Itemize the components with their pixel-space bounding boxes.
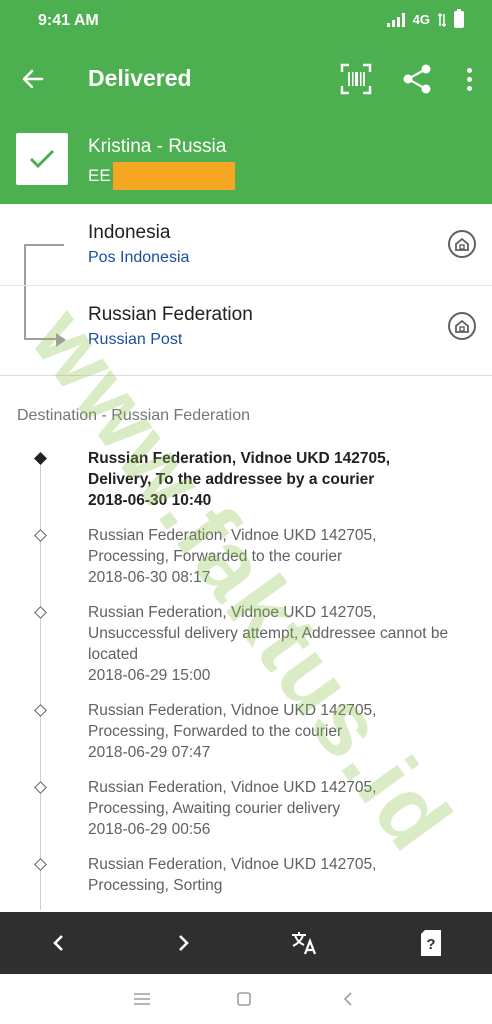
carrier-home-button[interactable] [448, 230, 476, 258]
system-nav-bar [0, 974, 492, 1024]
event-text: Russian Federation, Vidnoe UKD 142705, U… [88, 604, 449, 663]
status-time: 9:41 AM [38, 12, 99, 29]
battery-icon [454, 9, 464, 28]
diamond-outline-icon [34, 704, 47, 717]
previous-button[interactable] [42, 926, 76, 960]
event-item[interactable]: Russian Federation, Vidnoe UKD 142705, D… [0, 448, 492, 511]
translate-icon [292, 932, 317, 955]
tracking-number: EE [88, 162, 235, 190]
diamond-outline-icon [34, 781, 47, 794]
route-country: Russian Federation [88, 304, 253, 325]
app-bar: Delivered [0, 42, 492, 116]
home-icon [455, 319, 469, 333]
events-list: Russian Federation, Vidnoe UKD 142705, D… [0, 448, 492, 910]
carrier-home-button[interactable] [448, 312, 476, 340]
route-item-destination[interactable]: Russian Federation Russian Post [0, 286, 492, 368]
arrow-left-icon [22, 69, 44, 89]
bottom-toolbar: ? [0, 912, 492, 974]
diamond-filled-icon [34, 452, 47, 465]
tracking-prefix: EE [88, 166, 111, 185]
chevron-right-icon [179, 935, 189, 951]
page-title: Delivered [88, 65, 192, 91]
event-datetime: 2018-06-29 15:00 [88, 667, 211, 684]
data-activity-icon [438, 12, 446, 27]
event-datetime: 2018-06-30 08:17 [88, 569, 211, 586]
back-nav-button[interactable] [336, 988, 360, 1010]
redacted-tracking-number [112, 162, 235, 190]
event-item[interactable]: Russian Federation, Vidnoe UKD 142705, P… [0, 525, 492, 588]
help-card-icon: ? [421, 930, 441, 956]
route-country: Indonesia [88, 222, 171, 243]
parcel-header: Kristina - Russia EE [0, 116, 492, 204]
diamond-outline-icon [34, 858, 47, 871]
status-icons: 4G [386, 9, 464, 28]
event-item[interactable]: Russian Federation, Vidnoe UKD 142705, U… [0, 602, 492, 686]
share-icon [403, 64, 431, 94]
event-text: Russian Federation, Vidnoe UKD 142705, P… [88, 527, 377, 565]
event-item[interactable]: Russian Federation, Vidnoe UKD 142705, P… [0, 777, 492, 840]
event-item[interactable]: Russian Federation, Vidnoe UKD 142705, P… [0, 854, 492, 896]
event-datetime: 2018-06-30 10:40 [88, 492, 212, 509]
event-datetime: 2018-06-29 07:47 [88, 744, 211, 761]
event-text: Russian Federation, Vidnoe UKD 142705, P… [88, 779, 377, 817]
check-icon [29, 149, 55, 169]
more-vert-icon [466, 67, 472, 73]
route-service-link[interactable]: Russian Post [88, 331, 182, 349]
recent-apps-button[interactable] [130, 988, 154, 1010]
next-button[interactable] [166, 926, 200, 960]
barcode-button[interactable] [340, 63, 372, 95]
event-item[interactable]: Russian Federation, Vidnoe UKD 142705, P… [0, 700, 492, 763]
route-list: Indonesia Pos Indonesia Russian Federati… [0, 204, 492, 376]
route-item-origin[interactable]: Indonesia Pos Indonesia [0, 204, 492, 286]
events-section-title: Destination - Russian Federation [17, 407, 251, 424]
diamond-outline-icon [34, 606, 47, 619]
event-text: Russian Federation, Vidnoe UKD 142705, P… [88, 856, 377, 894]
chevron-left-icon [53, 935, 63, 951]
event-text: Russian Federation, Vidnoe UKD 142705, P… [88, 702, 377, 740]
translate-button[interactable] [288, 926, 322, 960]
route-service-link[interactable]: Pos Indonesia [88, 249, 189, 267]
menu-icon [134, 993, 150, 1005]
square-icon [237, 992, 251, 1006]
svg-text:?: ? [426, 936, 435, 953]
home-icon [455, 237, 469, 251]
share-button[interactable] [402, 63, 432, 95]
parcel-name: Kristina - Russia [88, 136, 227, 157]
home-nav-button[interactable] [232, 988, 256, 1010]
delivered-checkbox[interactable] [16, 133, 68, 185]
more-options-button[interactable] [457, 63, 481, 95]
barcode-scan-icon [340, 63, 372, 95]
chevron-left-icon [343, 992, 352, 1006]
status-bar: 9:41 AM 4G [0, 0, 492, 42]
help-button[interactable]: ? [414, 926, 448, 960]
event-text: Russian Federation, Vidnoe UKD 142705, D… [88, 450, 391, 488]
diamond-outline-icon [34, 529, 47, 542]
back-button[interactable] [16, 62, 50, 96]
signal-icon [386, 12, 405, 27]
event-datetime: 2018-06-29 00:56 [88, 821, 211, 838]
network-label: 4G [412, 12, 430, 27]
